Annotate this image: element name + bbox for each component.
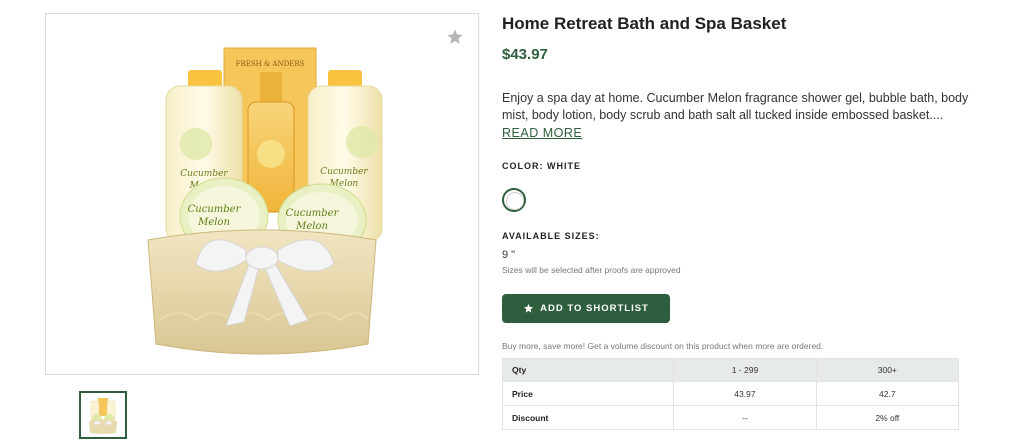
color-swatch-white[interactable] xyxy=(502,188,526,212)
table-header-cell: 1 - 299 xyxy=(673,358,817,382)
favorite-star-icon[interactable] xyxy=(446,28,464,46)
bottle-left-label-a: Cucumber xyxy=(180,169,228,179)
table-cell: Discount xyxy=(501,405,675,430)
star-icon xyxy=(524,303,534,313)
table-header-row: Qty 1 - 299 300+ xyxy=(501,358,960,382)
thumbnail-photo xyxy=(89,398,117,434)
table-header-cell: 300+ xyxy=(815,358,960,382)
product-thumbnail[interactable] xyxy=(79,391,127,439)
jar-left-label-a: Cucumber xyxy=(188,204,242,215)
table-cell: -- xyxy=(673,405,817,430)
product-title: Home Retreat Bath and Spa Basket xyxy=(502,14,787,33)
jar-right-label-b: Melon xyxy=(295,221,328,232)
color-label: COLOR: WHITE xyxy=(502,161,581,171)
read-more-link[interactable]: READ MORE xyxy=(502,126,582,140)
bottle-right-label-a: Cucumber xyxy=(320,167,368,177)
size-note: Sizes will be selected after proofs are … xyxy=(502,265,681,275)
add-to-shortlist-button[interactable]: ADD TO SHORTLIST xyxy=(502,294,670,323)
jar-right-label-a: Cucumber xyxy=(286,208,340,219)
volume-pricing-table: Qty 1 - 299 300+ Price 43.97 42.7 Discou… xyxy=(501,358,960,430)
table-row: Price 43.97 42.7 xyxy=(501,381,960,406)
size-value: 9 " xyxy=(502,249,516,261)
table-cell: 2% off xyxy=(815,405,960,430)
volume-discount-note: Buy more, save more! Get a volume discou… xyxy=(502,341,824,351)
product-price: $43.97 xyxy=(502,46,548,63)
table-header-cell: Qty xyxy=(501,358,675,382)
product-photo: FRESH & ANDERS Cucumber Melon Cucumber M… xyxy=(147,47,383,355)
shortlist-button-label: ADD TO SHORTLIST xyxy=(540,303,649,314)
sizes-label: AVAILABLE SIZES: xyxy=(502,231,600,241)
table-cell: Price xyxy=(501,381,675,406)
table-cell: 42.7 xyxy=(815,381,960,406)
table-row: Discount -- 2% off xyxy=(501,405,960,430)
box-brand-text: FRESH & ANDERS xyxy=(236,60,305,68)
table-cell: 43.97 xyxy=(673,381,817,406)
product-main-image[interactable]: FRESH & ANDERS Cucumber Melon Cucumber M… xyxy=(45,13,479,375)
jar-left-label-b: Melon xyxy=(197,217,230,228)
product-description: Enjoy a spa day at home. Cucumber Melon … xyxy=(502,91,969,122)
